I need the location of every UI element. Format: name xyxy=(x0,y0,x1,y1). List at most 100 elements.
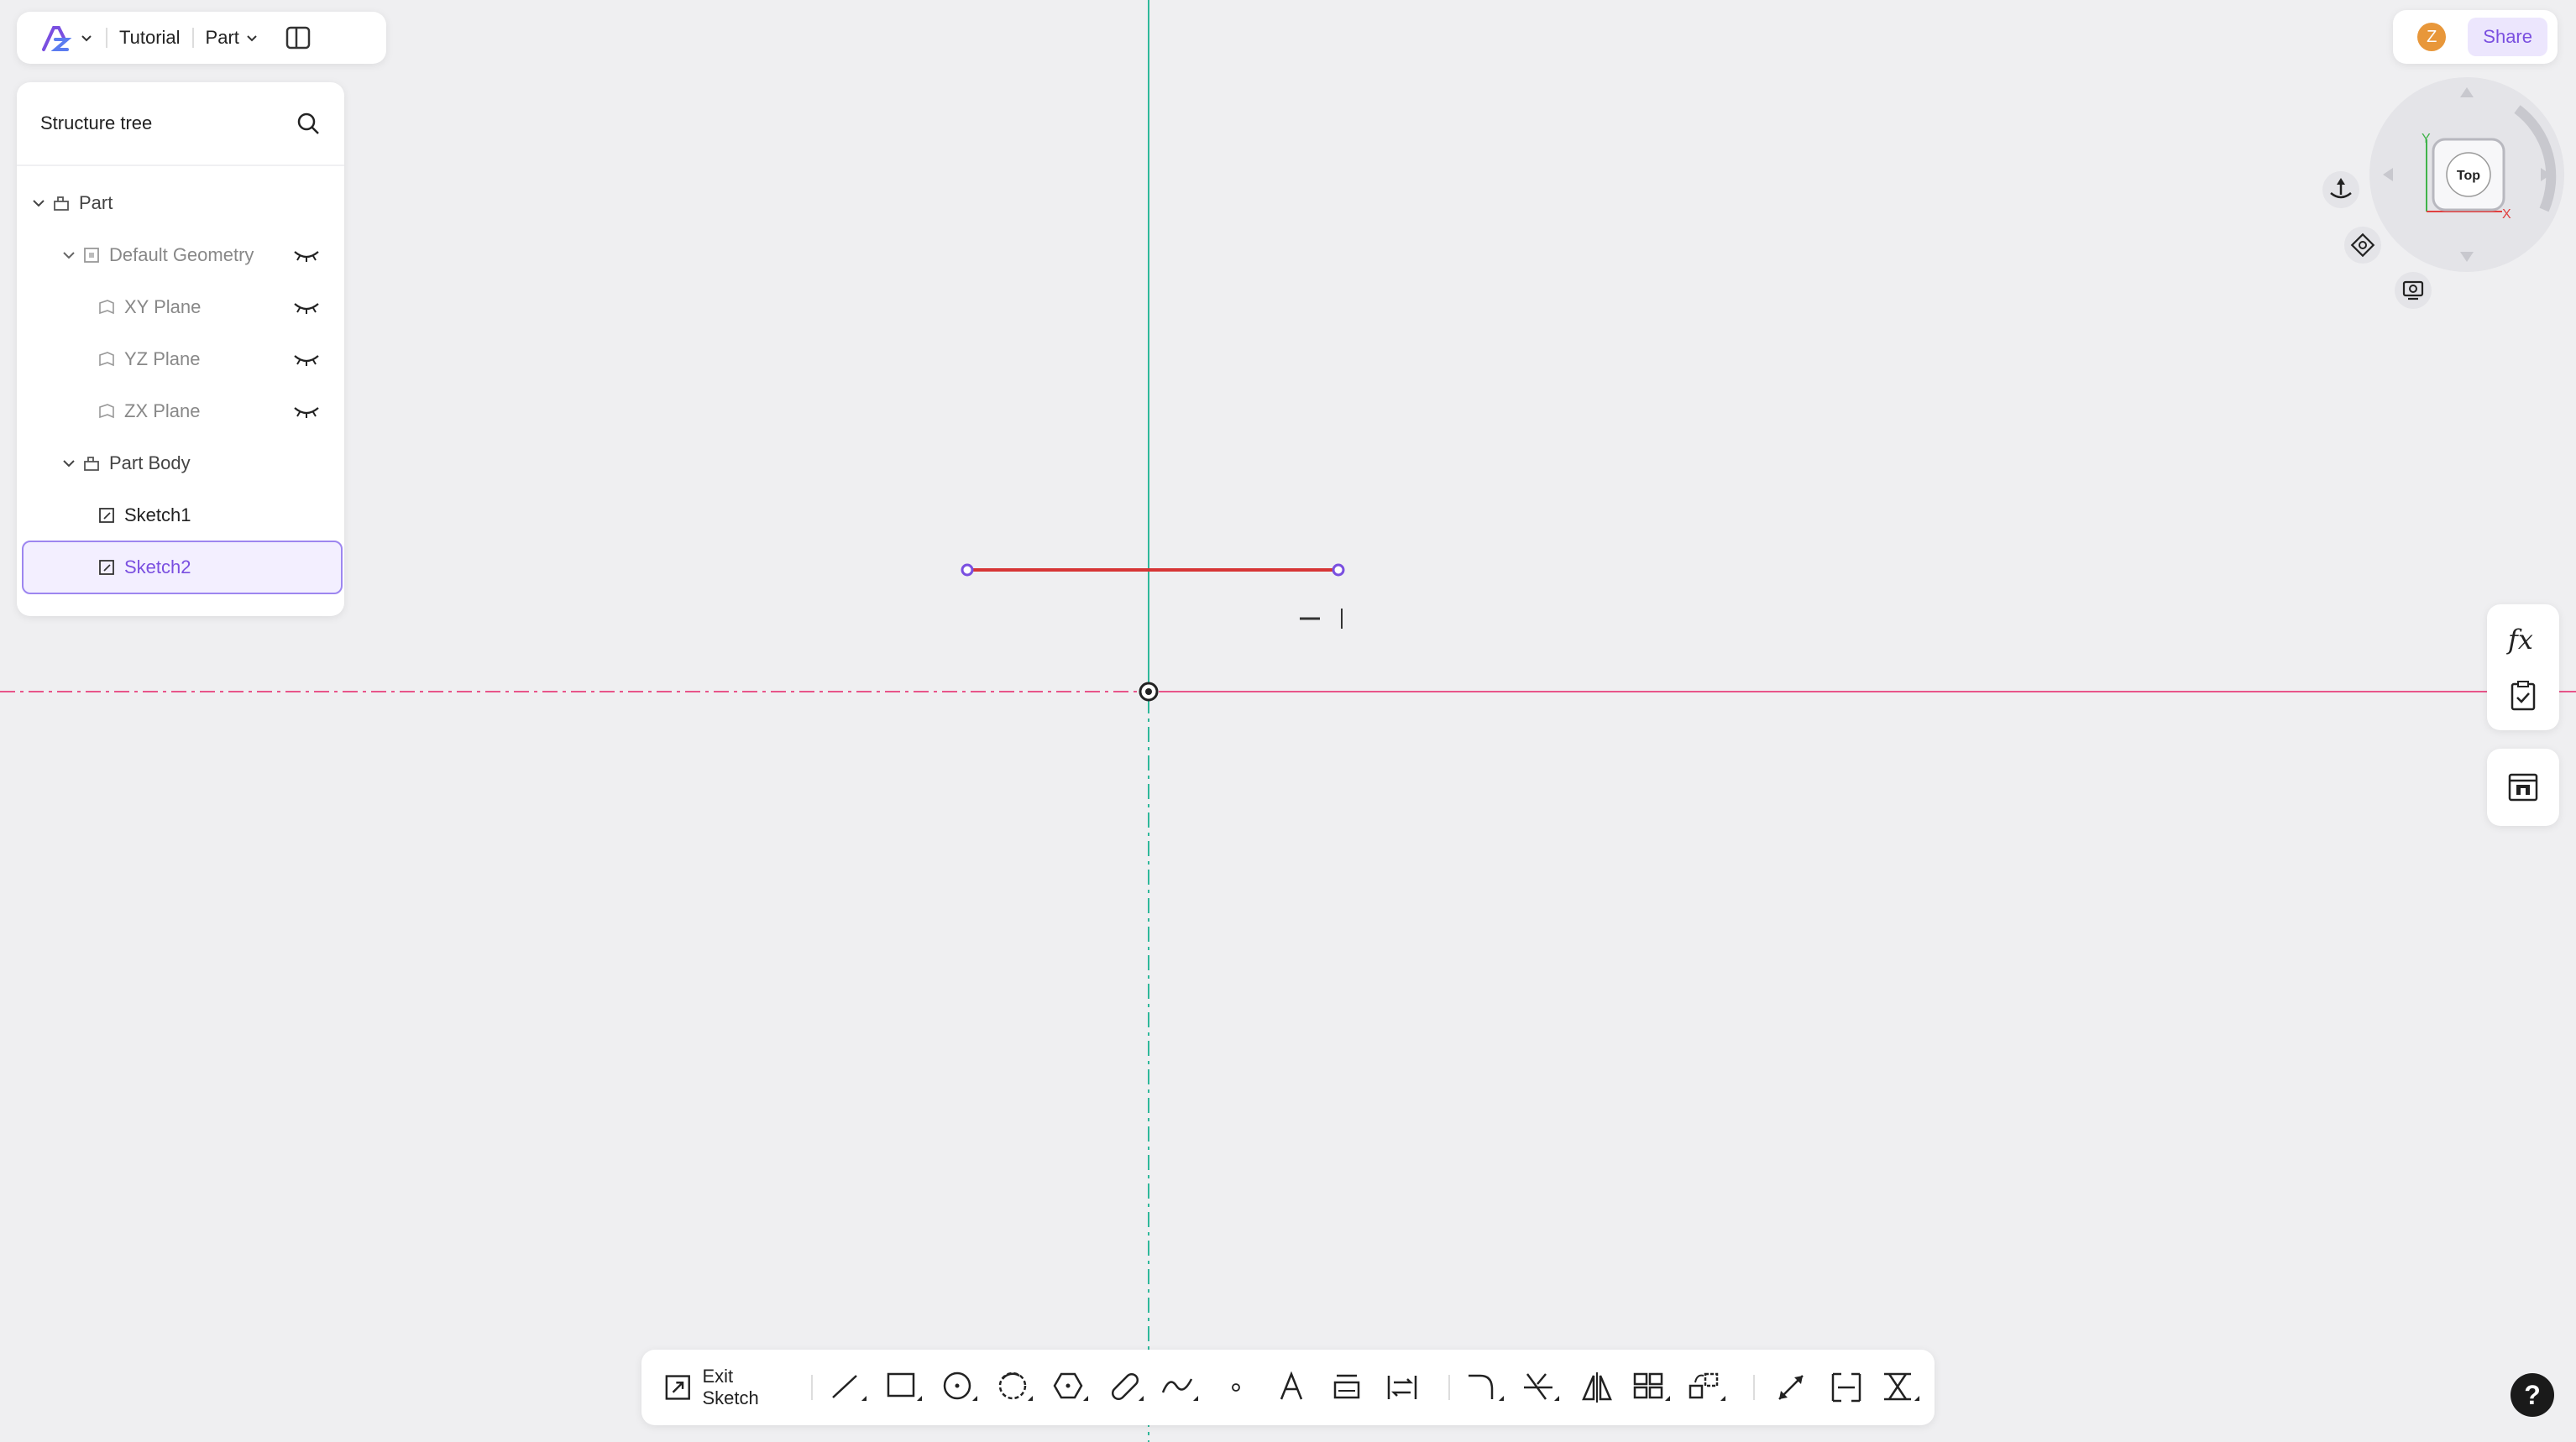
tree-item-sketch1[interactable]: Sketch1 xyxy=(22,490,339,541)
fillet-tool[interactable] xyxy=(1463,1364,1509,1411)
line-tool[interactable] xyxy=(826,1364,872,1411)
part-icon xyxy=(54,196,69,211)
eye-closed-icon[interactable] xyxy=(292,403,321,420)
chevron-down-icon xyxy=(247,35,257,42)
geometry-icon xyxy=(84,248,99,263)
tree-item-default-geometry[interactable]: Default Geometry xyxy=(22,230,339,280)
chevron-down-icon[interactable] xyxy=(60,247,77,264)
slot-tool[interactable] xyxy=(1103,1364,1149,1411)
line-endpoint-start xyxy=(961,563,974,577)
text-tool[interactable] xyxy=(1269,1364,1314,1411)
divider xyxy=(1448,1375,1450,1400)
spline-icon xyxy=(1162,1378,1199,1401)
help-button[interactable]: ? xyxy=(2511,1373,2554,1417)
tree-item-label: YZ Plane xyxy=(124,348,201,369)
arc-tool[interactable] xyxy=(992,1364,1038,1411)
tree-item-label: Sketch1 xyxy=(124,504,191,525)
tree-item-part-body[interactable]: Part Body xyxy=(22,438,339,489)
project-tool[interactable] xyxy=(1324,1364,1369,1411)
right-tools-panel: fx xyxy=(2487,604,2559,730)
tree-item-label: Part Body xyxy=(109,452,191,473)
exit-sketch-button[interactable]: Exit Sketch xyxy=(663,1366,791,1409)
search-icon[interactable] xyxy=(296,111,321,136)
mode-label: Part xyxy=(205,27,239,48)
function-fx-icon: fx xyxy=(2506,624,2533,656)
template-icon xyxy=(2508,773,2538,802)
point-icon xyxy=(1232,1383,1241,1392)
line-icon xyxy=(832,1375,867,1401)
text-icon xyxy=(1280,1371,1303,1400)
mirror-tool[interactable] xyxy=(1574,1364,1620,1411)
chevron-down-icon[interactable] xyxy=(60,455,77,472)
structure-tree-panel: Structure tree Part Default Geometry XY … xyxy=(17,82,344,616)
slot-icon xyxy=(1111,1372,1144,1401)
project-icon xyxy=(1333,1374,1360,1399)
axis-y-label: Y xyxy=(2422,132,2431,146)
tree-item-part[interactable]: Part xyxy=(22,178,339,228)
checklist-button[interactable] xyxy=(2487,675,2559,717)
sketch-icon xyxy=(99,508,114,523)
toggle-panel-button[interactable] xyxy=(285,24,312,51)
sketch-canvas[interactable] xyxy=(0,0,2576,1442)
plane-icon xyxy=(99,300,114,315)
convert-icon xyxy=(1387,1376,1417,1399)
divider xyxy=(811,1375,814,1400)
avatar[interactable]: Z xyxy=(2417,23,2447,51)
trim-tool[interactable] xyxy=(1519,1364,1564,1411)
tree-item-label: Part xyxy=(79,192,113,213)
rectangle-icon xyxy=(887,1372,922,1401)
circle-icon xyxy=(943,1371,977,1401)
tree-item-label: Sketch2 xyxy=(124,556,191,577)
mode-dropdown[interactable]: Part xyxy=(206,27,259,49)
pattern-tool[interactable] xyxy=(1630,1364,1675,1411)
view-cube-face: Top xyxy=(2457,169,2480,183)
tree-item-label: XY Plane xyxy=(124,296,202,317)
chevron-down-icon[interactable] xyxy=(30,195,47,212)
transform-tool[interactable] xyxy=(1685,1364,1730,1411)
app-logo-button[interactable] xyxy=(39,21,94,55)
chevron-down-icon xyxy=(81,35,92,42)
top-bar: Tutorial Part xyxy=(17,12,386,64)
dimension-tool[interactable] xyxy=(1768,1364,1814,1411)
circle-tool[interactable] xyxy=(937,1364,982,1411)
structure-tree-header: Structure tree xyxy=(17,82,344,166)
right-tools-panel-2 xyxy=(2487,749,2559,826)
structure-tree-title: Structure tree xyxy=(40,112,153,133)
formula-button[interactable]: fx xyxy=(2487,619,2559,661)
eye-closed-icon[interactable] xyxy=(292,351,321,368)
eye-closed-icon[interactable] xyxy=(292,299,321,316)
body-icon xyxy=(84,457,99,471)
tree-item-sketch2[interactable]: Sketch2 xyxy=(22,541,343,594)
convert-tool[interactable] xyxy=(1380,1364,1425,1411)
axis-x-label: X xyxy=(2502,207,2511,222)
render-button[interactable] xyxy=(2487,765,2559,809)
dimension-icon xyxy=(1778,1375,1804,1400)
exit-sketch-label: Exit Sketch xyxy=(702,1366,759,1408)
divider xyxy=(191,28,194,48)
rectangle-tool[interactable] xyxy=(882,1364,927,1411)
tree-item-xy-plane[interactable]: XY Plane xyxy=(22,282,339,332)
plane-icon xyxy=(99,404,114,419)
sketch-toolbar: Exit Sketch xyxy=(641,1350,1935,1425)
view-navigator[interactable]: Top Y X xyxy=(2301,76,2569,327)
polygon-tool[interactable] xyxy=(1048,1364,1093,1411)
point-tool[interactable] xyxy=(1213,1364,1259,1411)
constraint-tool[interactable] xyxy=(1824,1364,1869,1411)
fillet-icon xyxy=(1468,1374,1504,1401)
tree-item-label: ZX Plane xyxy=(124,400,201,421)
line-endpoint-end xyxy=(1332,563,1345,577)
divider xyxy=(1753,1375,1756,1400)
construction-icon xyxy=(1884,1372,1920,1401)
eye-closed-icon[interactable] xyxy=(292,247,321,264)
construction-tool[interactable] xyxy=(1879,1364,1924,1411)
clipboard-check-icon xyxy=(2511,681,2536,711)
panel-layout-icon xyxy=(285,26,311,50)
tree-item-yz-plane[interactable]: YZ Plane xyxy=(22,334,339,384)
project-name[interactable]: Tutorial xyxy=(119,27,181,49)
transform-icon xyxy=(1689,1372,1725,1401)
spline-tool[interactable] xyxy=(1158,1364,1203,1411)
share-button[interactable]: Share xyxy=(2468,18,2547,56)
tree-item-zx-plane[interactable]: ZX Plane xyxy=(22,386,339,436)
arc-icon xyxy=(998,1371,1033,1401)
trim-icon xyxy=(1523,1373,1559,1401)
